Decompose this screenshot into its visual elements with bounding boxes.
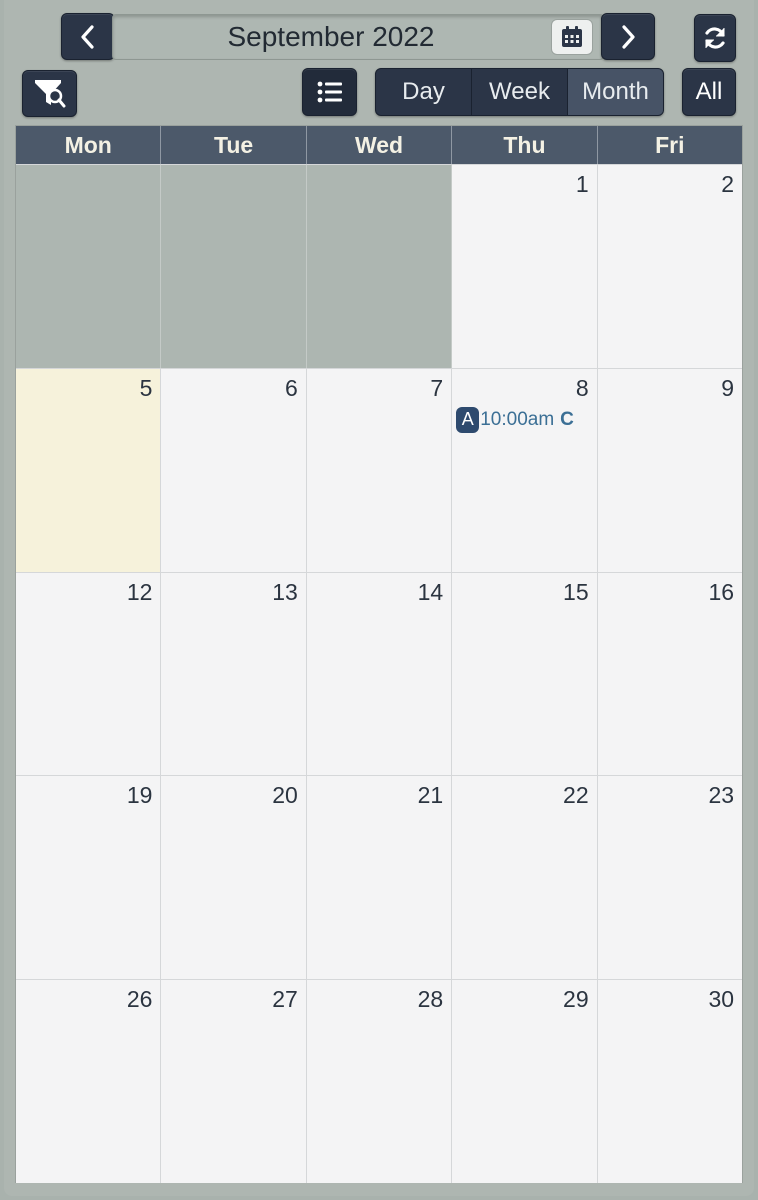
month-grid: Mon Tue Wed Thu Fri 1 2 5 6 7 8 A 10:00a…: [15, 125, 743, 1183]
day-cell[interactable]: 6: [161, 367, 307, 572]
day-cell[interactable]: 21: [306, 775, 453, 980]
previous-month-button[interactable]: [61, 13, 115, 60]
weekday-header: Mon: [16, 126, 162, 164]
day-number: 23: [708, 782, 735, 809]
day-number: 21: [417, 782, 444, 809]
month-view-button[interactable]: Month: [568, 69, 663, 115]
weekday-header: Thu: [452, 126, 598, 164]
view-switcher: Day Week Month: [375, 68, 664, 116]
day-cell[interactable]: 7: [306, 367, 453, 572]
day-view-button[interactable]: Day: [376, 69, 472, 115]
week-row: 1 2: [16, 164, 743, 368]
day-cell[interactable]: 8 A 10:00am C: [452, 367, 598, 572]
day-cell[interactable]: 14: [306, 571, 453, 776]
day-number: 13: [272, 578, 298, 605]
chevron-left-icon: [81, 24, 94, 49]
event-badge: A: [456, 406, 480, 433]
day-number: 5: [139, 374, 153, 401]
calendar-icon: [562, 26, 582, 47]
refresh-button[interactable]: [694, 14, 736, 62]
day-number: 12: [126, 578, 153, 605]
weekday-header: Wed: [306, 126, 453, 164]
day-cell[interactable]: 22: [452, 775, 598, 980]
filter-search-button[interactable]: [22, 70, 77, 117]
all-button-label: All: [695, 78, 723, 105]
day-cell[interactable]: 23: [597, 775, 743, 980]
day-cell[interactable]: 1: [452, 164, 598, 368]
day-number: 1: [575, 171, 589, 197]
chevron-right-icon: [622, 24, 635, 49]
all-button[interactable]: All: [682, 68, 736, 116]
day-number: 29: [563, 986, 589, 1013]
day-number: 16: [708, 578, 735, 605]
day-number: 22: [563, 782, 589, 809]
day-number: 26: [126, 986, 153, 1013]
day-cell[interactable]: 19: [16, 775, 162, 980]
day-number: 20: [272, 782, 298, 809]
date-picker-button[interactable]: [551, 19, 593, 55]
day-cell[interactable]: 26: [16, 979, 162, 1183]
day-cell-outside-month: [306, 164, 453, 368]
day-cell[interactable]: 15: [452, 571, 598, 776]
day-cell[interactable]: 12: [16, 571, 162, 776]
day-number: 7: [430, 374, 444, 401]
day-cell-outside-month: [161, 164, 307, 368]
day-number: 19: [126, 782, 153, 809]
day-number: 6: [285, 374, 298, 401]
week-row: 12 13 14 15 16: [16, 571, 743, 776]
day-number: 9: [721, 374, 735, 401]
day-cell[interactable]: 30: [597, 979, 743, 1183]
day-number: 15: [563, 578, 589, 605]
weekday-header: Fri: [597, 126, 743, 164]
refresh-icon: [705, 27, 725, 49]
week-row: 26 27 28 29 30: [16, 979, 743, 1183]
day-number: 2: [721, 171, 735, 197]
month-title-bar[interactable]: September 2022: [112, 14, 604, 60]
list-icon: [317, 81, 342, 103]
calendar-event[interactable]: A 10:00am C: [456, 406, 574, 433]
day-cell[interactable]: 20: [161, 775, 307, 980]
page-title: September 2022: [227, 21, 435, 52]
day-cell[interactable]: 28: [306, 979, 453, 1183]
weekday-header: Tue: [161, 126, 307, 164]
day-cell[interactable]: 13: [161, 571, 307, 776]
day-cell[interactable]: 9: [597, 367, 743, 572]
event-time: 10:00am: [480, 408, 555, 430]
day-cell-outside-month: [16, 164, 162, 368]
event-title: C: [560, 408, 574, 430]
day-cell[interactable]: 29: [452, 979, 598, 1183]
week-view-button[interactable]: Week: [472, 69, 568, 115]
day-number: 27: [272, 986, 298, 1013]
day-cell[interactable]: 2: [597, 164, 743, 368]
day-cell-today[interactable]: 5: [16, 367, 162, 572]
day-cell[interactable]: 16: [597, 571, 743, 776]
week-row: 5 6 7 8 A 10:00am C 9: [16, 367, 743, 572]
day-cell[interactable]: 27: [161, 979, 307, 1183]
day-number: 8: [575, 374, 589, 401]
next-month-button[interactable]: [601, 13, 655, 60]
filter-search-icon: [34, 79, 65, 107]
list-view-button[interactable]: [302, 68, 357, 116]
day-number: 30: [708, 986, 735, 1013]
week-row: 19 20 21 22 23: [16, 775, 743, 980]
weekday-header-row: Mon Tue Wed Thu Fri: [16, 126, 743, 164]
day-number: 14: [417, 578, 444, 605]
day-number: 28: [417, 986, 444, 1013]
